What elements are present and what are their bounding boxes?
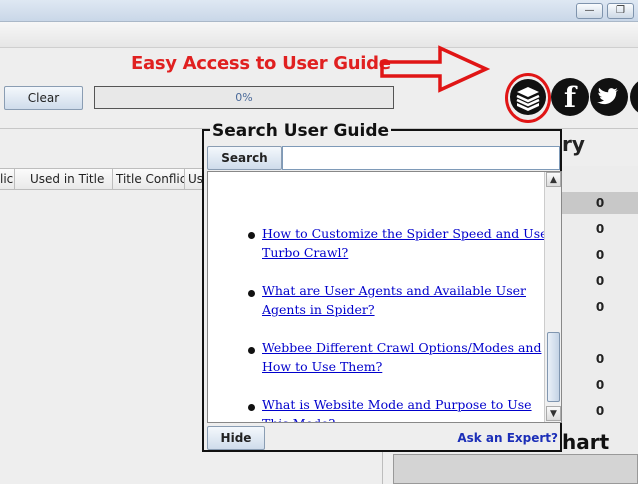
divider [382, 452, 383, 484]
partial-result-link[interactable] [246, 172, 536, 173]
extra-social-button[interactable] [630, 78, 638, 116]
scroll-thumb[interactable] [547, 332, 560, 402]
window-title-bar: — ❐ [0, 0, 638, 22]
summary-value: 0 [595, 404, 605, 418]
annotation-label: Easy Access to User Guide [131, 53, 391, 74]
bullet [248, 290, 255, 297]
scroll-up-icon[interactable]: ▲ [546, 172, 561, 187]
annotation-arrow-icon [380, 45, 490, 93]
hide-button[interactable]: Hide [207, 426, 265, 450]
restore-button[interactable]: ❐ [607, 3, 634, 19]
progress-bar: 0% [94, 86, 394, 109]
result-link[interactable]: What are User Agents and Available User … [262, 281, 552, 319]
summary-value: 0 [595, 352, 605, 366]
result-link[interactable]: Webbee Different Crawl Options/Modes and… [262, 338, 552, 376]
summary-value: 0 [595, 248, 605, 262]
user-guide-dialog: Search User Guide Search How to Customiz… [202, 122, 562, 452]
bullet [248, 232, 255, 239]
column-header[interactable]: Used in Title [15, 169, 113, 189]
minimize-button[interactable]: — [576, 3, 603, 19]
search-input[interactable] [282, 146, 560, 170]
user-guide-button[interactable] [510, 79, 546, 115]
facebook-button[interactable]: f [551, 78, 589, 116]
summary-value: 0 [595, 274, 605, 288]
column-header[interactable]: licit [0, 169, 15, 189]
results-table-header: licit Used in Title Title Conflict Us [0, 168, 206, 190]
result-link[interactable]: How to Customize the Spider Speed and Us… [262, 224, 552, 262]
book-stack-icon [516, 87, 540, 111]
twitter-bird-icon [597, 87, 619, 105]
bullet [248, 347, 255, 354]
summary-value: 0 [562, 192, 638, 214]
twitter-button[interactable] [590, 78, 628, 116]
result-link[interactable]: What is Website Mode and Purpose to Use … [262, 395, 552, 422]
guide-results-list[interactable]: How to Customize the Spider Speed and Us… [207, 171, 562, 423]
clear-button[interactable]: Clear [4, 86, 83, 110]
search-button[interactable]: Search [207, 146, 282, 170]
summary-value: 0 [595, 300, 605, 314]
results-scrollbar[interactable]: ▲ ▼ [544, 172, 561, 422]
dialog-title: Search User Guide [210, 121, 392, 141]
summary-heading: ry [562, 132, 585, 156]
scroll-down-icon[interactable]: ▼ [546, 406, 561, 421]
chart-heading: hart [562, 430, 610, 454]
column-header[interactable]: Title Conflict [113, 169, 185, 189]
chart-area [393, 454, 638, 484]
summary-value: 0 [595, 378, 605, 392]
toolbar-strip [0, 22, 638, 48]
bullet [248, 404, 255, 411]
progress-text: 0% [235, 91, 253, 104]
summary-value: 0 [595, 222, 605, 236]
ask-expert-link[interactable]: Ask an Expert? [457, 431, 558, 445]
